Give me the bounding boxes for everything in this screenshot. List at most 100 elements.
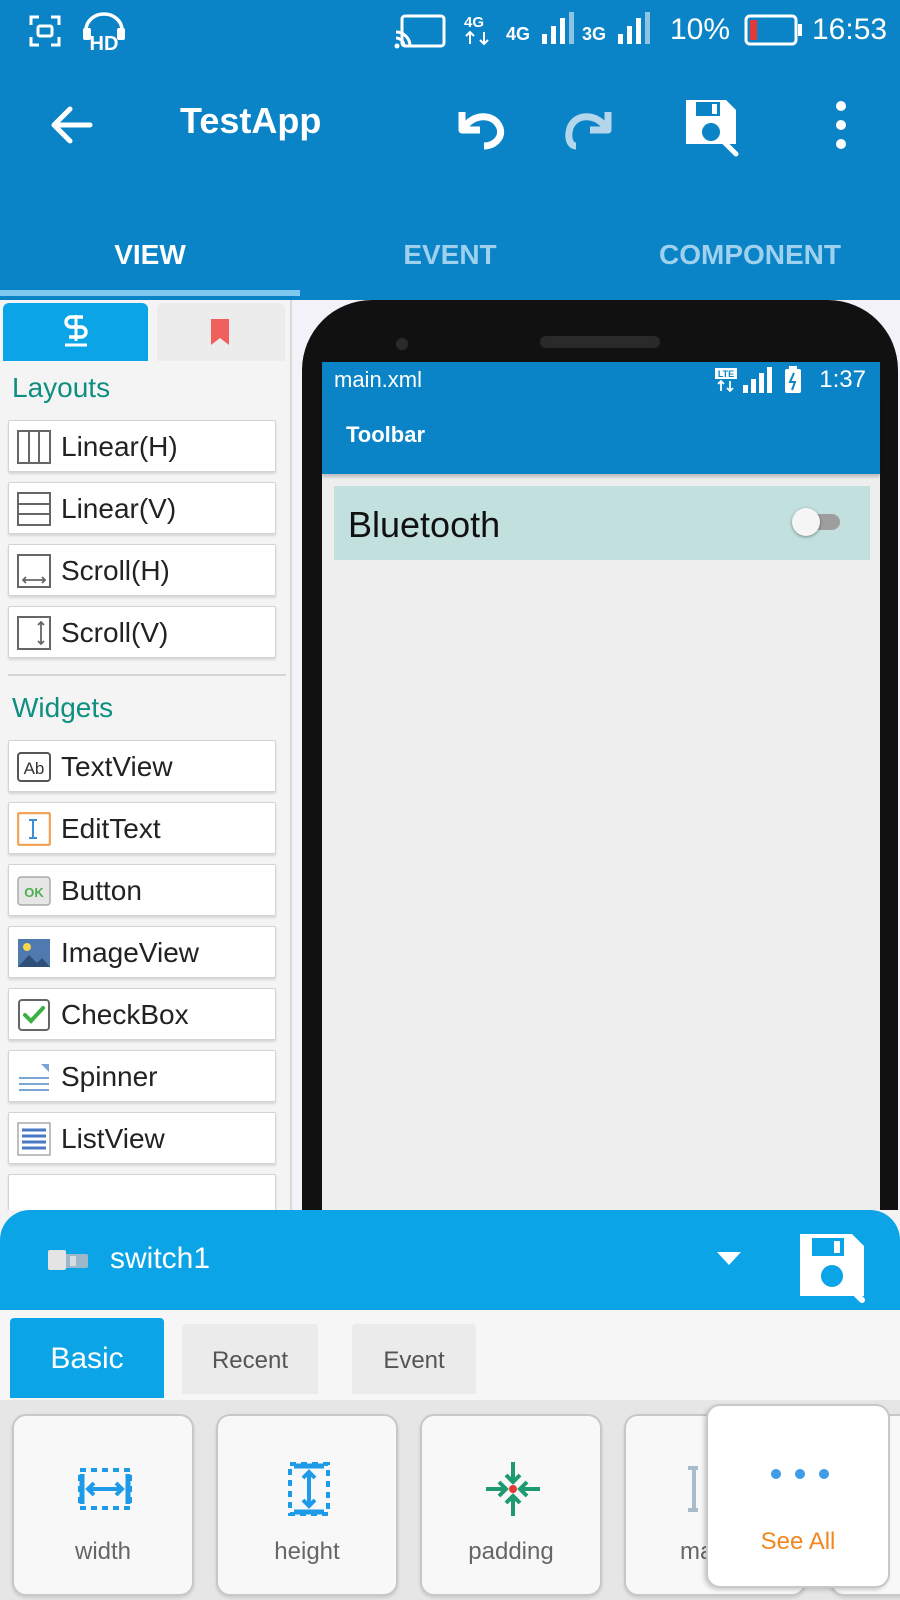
scroll-vertical-icon — [17, 616, 51, 650]
see-all-label: See All — [760, 1528, 836, 1555]
spinner-icon — [19, 1064, 49, 1091]
network-4g-label: 4G — [506, 24, 531, 44]
tab-component[interactable]: COMPONENT — [600, 210, 900, 300]
preview-status-bar: main.xml LTE 1:37 — [322, 362, 880, 398]
network-3g-label: 3G — [582, 24, 607, 44]
palette-item-label: Scroll(H) — [61, 555, 170, 586]
status-bar: HD 4G 4G 3G 10% 16:53 — [0, 0, 900, 60]
imageview-icon — [18, 939, 50, 967]
preview-switch-row[interactable]: Bluetooth — [334, 486, 870, 560]
palette-item-checkbox[interactable]: CheckBox — [8, 988, 276, 1040]
property-label: height — [274, 1538, 340, 1565]
volte-icon: 4G — [464, 14, 489, 46]
linear-vertical-icon — [17, 492, 51, 526]
save-properties-icon[interactable] — [796, 1230, 870, 1304]
back-arrow-icon[interactable] — [36, 90, 106, 160]
overflow-menu-icon[interactable] — [806, 90, 876, 160]
signal-4g-icon — [542, 12, 574, 44]
widget-palette[interactable]: Layouts Linear(H) Linear(V) Scroll(H) Sc… — [0, 300, 292, 1210]
battery-percent: 10% — [670, 13, 731, 46]
listview-icon — [17, 1122, 51, 1156]
palette-item-spinner[interactable]: Spinner — [8, 1050, 276, 1102]
selected-widget-name: switch1 — [110, 1242, 211, 1275]
undo-icon[interactable] — [444, 90, 514, 160]
palette-item-textview[interactable]: Ab TextView — [8, 740, 276, 792]
palette-item-label: EditText — [61, 813, 161, 844]
preview-battery-icon — [785, 366, 801, 393]
bluetooth-switch[interactable] — [792, 508, 842, 536]
tab-view[interactable]: VIEW — [0, 210, 300, 300]
switch-widget-icon — [48, 1250, 88, 1270]
property-tab-basic[interactable]: Basic — [10, 1318, 164, 1398]
palette-item-linear-h[interactable]: Linear(H) — [8, 420, 276, 472]
cast-icon — [394, 14, 446, 49]
property-height[interactable]: height — [216, 1414, 398, 1596]
svg-text:LTE: LTE — [718, 369, 734, 379]
property-label: padding — [468, 1538, 554, 1565]
palette-item-partial[interactable] — [8, 1174, 276, 1210]
preview-toolbar[interactable]: Toolbar — [322, 398, 880, 474]
preview-time: 1:37 — [819, 366, 866, 393]
linear-horizontal-icon — [17, 430, 51, 464]
tab-indicator — [0, 290, 300, 296]
palette-item-label: Spinner — [61, 1061, 158, 1092]
hd-icon: HD — [83, 12, 125, 52]
preview-file-name: main.xml — [334, 367, 423, 392]
palette-item-label: ListView — [61, 1123, 165, 1154]
property-padding[interactable]: padding — [420, 1414, 602, 1596]
see-all-button[interactable]: See All — [706, 1404, 890, 1588]
preview-toolbar-title: Toolbar — [346, 422, 426, 447]
palette-item-button[interactable]: OK Button — [8, 864, 276, 916]
checkbox-icon — [18, 999, 50, 1031]
palette-item-scroll-h[interactable]: Scroll(H) — [8, 544, 276, 596]
widgets-title: Widgets — [12, 692, 114, 723]
svg-text:OK: OK — [24, 885, 44, 900]
button-icon: OK — [17, 876, 51, 906]
more-dots-icon — [771, 1469, 829, 1479]
app-title: TestApp — [180, 100, 322, 141]
property-tab-event[interactable]: Event — [352, 1324, 476, 1394]
edittext-icon — [17, 812, 51, 846]
property-label: width — [74, 1538, 132, 1565]
palette-item-label: Button — [61, 875, 142, 906]
palette-item-imageview[interactable]: ImageView — [8, 926, 276, 978]
palette-tab-bookmarks[interactable] — [157, 303, 285, 361]
property-tab-recent[interactable]: Recent — [182, 1324, 318, 1394]
redo-icon[interactable] — [556, 90, 626, 160]
textview-icon: Ab — [17, 752, 51, 782]
property-tabs: Basic Recent Event — [0, 1310, 900, 1400]
main-tabs: VIEW EVENT COMPONENT — [0, 210, 900, 300]
palette-item-linear-v[interactable]: Linear(V) — [8, 482, 276, 534]
app-bar: TestApp VIEW EVENT COMPONENT — [0, 60, 900, 300]
palette-icon — [64, 315, 88, 347]
layouts-title: Layouts — [12, 372, 111, 403]
tab-event[interactable]: EVENT — [300, 210, 600, 300]
section-divider — [8, 674, 286, 676]
palette-item-label: Scroll(V) — [61, 617, 169, 648]
signal-3g-icon — [618, 12, 650, 44]
save-icon[interactable] — [676, 90, 746, 160]
svg-text:4G: 4G — [464, 14, 484, 31]
palette-item-edittext[interactable]: EditText — [8, 802, 276, 854]
battery-icon — [744, 14, 802, 46]
property-sheet-header[interactable]: switch1 — [0, 1210, 900, 1310]
width-icon — [78, 1468, 132, 1510]
phone-speaker — [540, 336, 660, 348]
widget-dropdown-icon[interactable] — [714, 1248, 744, 1268]
palette-item-label: TextView — [61, 751, 173, 782]
phone-screen[interactable]: main.xml LTE 1:37 Toolbar Bluetooth — [322, 362, 880, 1210]
property-width[interactable]: width — [12, 1414, 194, 1596]
palette-tab-widgets[interactable] — [3, 303, 148, 361]
switch-thumb — [792, 508, 820, 536]
svg-text:HD: HD — [90, 33, 119, 52]
bookmark-icon — [211, 319, 229, 345]
preview-switch-label: Bluetooth — [348, 504, 501, 545]
palette-item-listview[interactable]: ListView — [8, 1112, 276, 1164]
svg-text:Ab: Ab — [24, 759, 45, 778]
padding-icon — [486, 1462, 540, 1516]
palette-item-label: Linear(H) — [61, 431, 178, 462]
screenshot-icon — [29, 15, 61, 47]
scroll-horizontal-icon — [17, 554, 51, 588]
palette-item-scroll-v[interactable]: Scroll(V) — [8, 606, 276, 658]
preview-signal-icon — [743, 367, 772, 393]
